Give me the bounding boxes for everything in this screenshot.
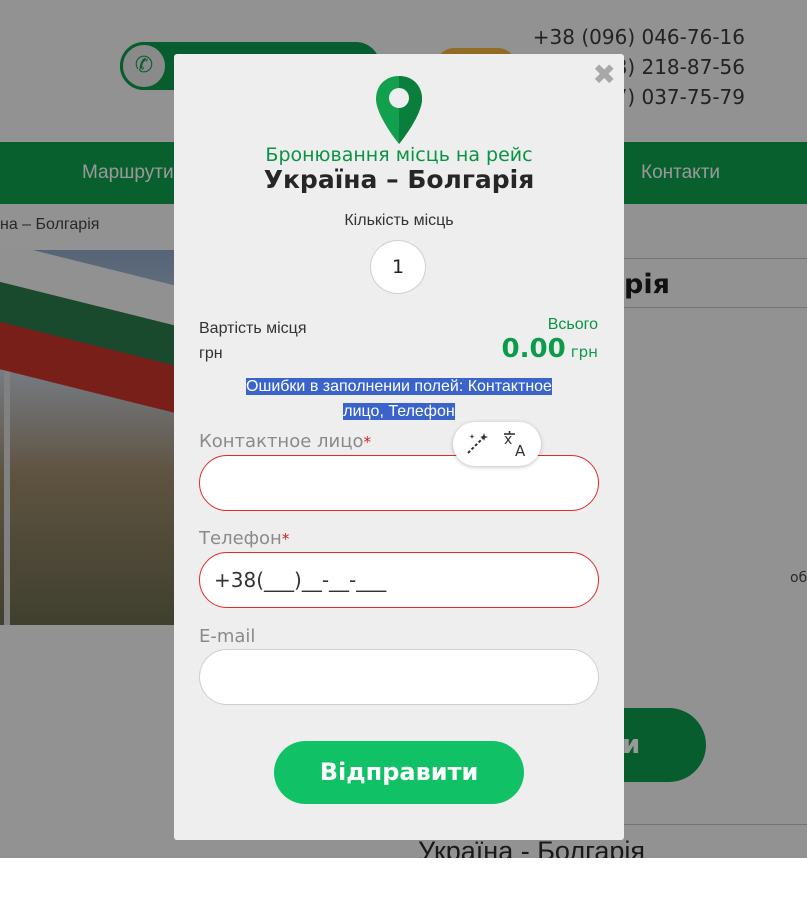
- error-message: Ошибки в заполнении полей: Контактное ли…: [214, 374, 584, 424]
- contact-label: Контактное лицо*: [199, 431, 371, 452]
- email-label: E-mail: [199, 626, 256, 647]
- phone-label-text: Телефон: [199, 528, 282, 549]
- submit-button[interactable]: Відправити: [274, 741, 524, 804]
- svg-text:A: A: [515, 442, 526, 458]
- modal-subtitle: Бронювання місць на рейс: [265, 144, 533, 166]
- total-block: Всього 0.00 грн: [502, 316, 598, 364]
- total-currency: грн: [570, 343, 598, 361]
- total-value: 0.00: [501, 334, 566, 364]
- email-input[interactable]: [199, 649, 599, 705]
- contact-label-text: Контактное лицо: [199, 431, 364, 452]
- required-mark: *: [281, 530, 290, 548]
- phone-label: Телефон*: [199, 528, 289, 549]
- quantity-input[interactable]: 1: [370, 240, 426, 294]
- error-line: Ошибки в заполнении полей: Контактное: [246, 378, 552, 395]
- magic-wand-icon[interactable]: [464, 422, 490, 466]
- modal-title: Україна – Болгарія: [263, 165, 535, 194]
- price-currency: грн: [199, 345, 223, 362]
- phone-input[interactable]: +38(___)__-__-___: [199, 552, 599, 608]
- selection-toolbar: x A: [453, 422, 541, 466]
- location-pin-icon: [376, 76, 422, 144]
- booking-modal: ✖ Бронювання місць на рейс Україна – Бол…: [174, 54, 624, 840]
- contact-name-input[interactable]: [199, 455, 599, 511]
- required-mark: *: [363, 433, 371, 451]
- price-label: Вартість місця: [199, 320, 307, 337]
- close-icon[interactable]: ✖: [593, 58, 616, 91]
- total-label: Всього: [547, 316, 598, 333]
- price-block: Вартість місця грн: [199, 316, 307, 366]
- translate-icon[interactable]: x A: [503, 422, 531, 466]
- error-line: лицо, Телефон: [343, 403, 455, 420]
- quantity-label: Кількість місць: [344, 212, 454, 229]
